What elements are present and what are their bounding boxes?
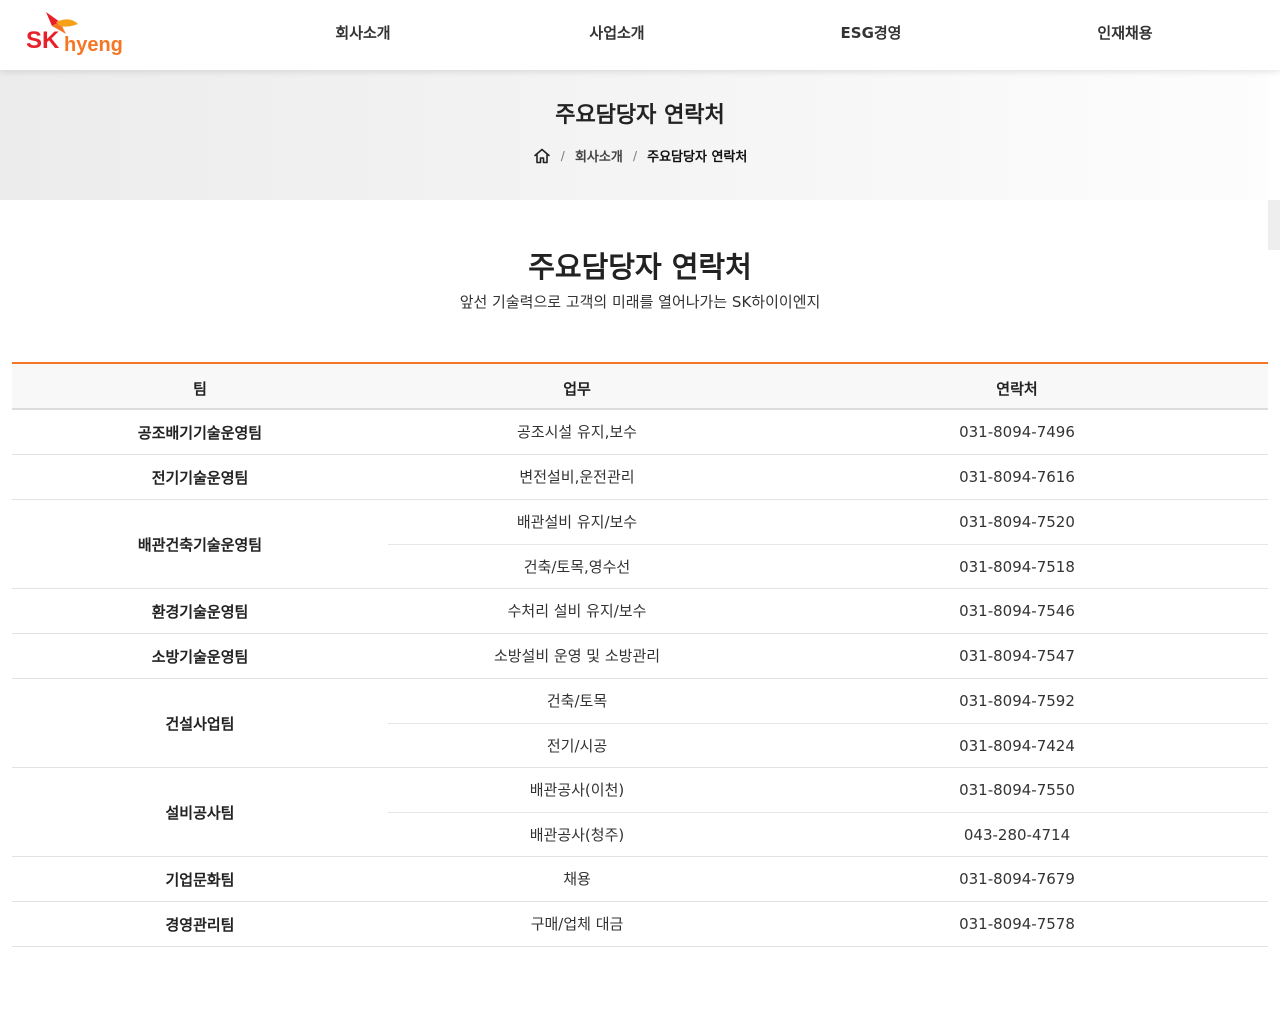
table-row: 경영관리팀 구매/업체 대금 031-8094-7578	[12, 902, 1268, 947]
table-header: 팀 업무 연락처	[12, 364, 1268, 410]
site-header: SK hyeng 회사소개 사업소개 ESG경영 인재채용	[0, 0, 1280, 70]
duty-cell: 소방설비 운영 및 소방관리	[493, 647, 661, 665]
main-nav: 회사소개 사업소개 ESG경영 인재채용	[0, 0, 1280, 70]
contact-table: 팀 업무 연락처 공조배기기술운영팀 공조시설 유지,보수 031-8094-74…	[12, 362, 1268, 947]
breadcrumb-separator: /	[632, 148, 637, 163]
table-row: 소방기술운영팀 소방설비 운영 및 소방관리 031-8094-7547	[12, 634, 1268, 679]
column-header-team: 팀	[193, 380, 207, 398]
breadcrumb-separator: /	[560, 148, 565, 163]
section-subtitle: 앞선 기술력으로 고객의 미래를 열어나가는 SK하이이엔지	[459, 293, 821, 311]
phone-cell: 031-8094-7518	[959, 558, 1075, 576]
duty-cell: 변전설비,운전관리	[519, 468, 635, 486]
phone-cell: 031-8094-7550	[959, 781, 1075, 799]
team-name: 배관건축기술운영팀	[137, 535, 263, 554]
column-header-duty: 업무	[563, 380, 591, 398]
team-name: 환경기술운영팀	[151, 602, 249, 621]
phone-cell: 031-8094-7496	[959, 423, 1075, 441]
banner-title: 주요담당자 연락처	[555, 103, 725, 128]
table-row: 배관건축기술운영팀 배관설비 유지/보수 031-8094-7520 건축/토목,…	[12, 500, 1268, 589]
phone-cell: 031-8094-7679	[959, 870, 1075, 888]
team-name: 소방기술운영팀	[151, 647, 249, 666]
table-row: 환경기술운영팀 수처리 설비 유지/보수 031-8094-7546	[12, 589, 1268, 634]
phone-cell: 031-8094-7616	[959, 468, 1075, 486]
phone-cell: 031-8094-7592	[959, 692, 1075, 710]
phone-cell: 031-8094-7520	[959, 513, 1075, 531]
nav-item-recruit[interactable]: 인재채용	[1055, 22, 1195, 43]
nav-item-company[interactable]: 회사소개	[293, 22, 433, 43]
scrollbar-track[interactable]	[1268, 200, 1280, 250]
duty-cell: 배관공사(청주)	[529, 826, 625, 844]
duty-cell: 공조시설 유지,보수	[517, 423, 637, 441]
table-row: 건설사업팀 건축/토목 031-8094-7592 전기/시공 031-8094-7…	[12, 679, 1268, 768]
sub-banner: 주요담당자 연락처 / 회사소개 / 주요담당자 연락처	[0, 70, 1268, 200]
table-row: 공조배기기술운영팀 공조시설 유지,보수 031-8094-7496	[12, 410, 1268, 455]
breadcrumb-company[interactable]: 회사소개	[575, 146, 623, 165]
phone-cell: 031-8094-7424	[959, 737, 1075, 755]
team-name: 설비공사팀	[165, 803, 235, 822]
phone-cell: 031-8094-7547	[959, 647, 1075, 665]
duty-cell: 수처리 설비 유지/보수	[507, 602, 647, 620]
duty-cell: 배관설비 유지/보수	[516, 513, 638, 531]
team-name: 공조배기기술운영팀	[137, 423, 263, 442]
table-row: 설비공사팀 배관공사(이천) 031-8094-7550 배관공사(청주) 043-…	[12, 768, 1268, 857]
nav-item-esg[interactable]: ESG경영	[801, 22, 941, 43]
team-name: 건설사업팀	[165, 714, 235, 733]
column-header-contact: 연락처	[996, 380, 1038, 398]
section-title: 주요담당자 연락처	[528, 250, 752, 284]
table-row: 전기기술운영팀 변전설비,운전관리 031-8094-7616	[12, 455, 1268, 500]
duty-cell: 채용	[563, 870, 591, 888]
team-name: 전기기술운영팀	[151, 468, 249, 487]
duty-cell: 배관공사(이천)	[529, 781, 625, 799]
breadcrumb-current: 주요담당자 연락처	[647, 150, 748, 165]
phone-cell: 043-280-4714	[963, 826, 1071, 844]
duty-cell: 전기/시공	[546, 737, 608, 755]
duty-cell: 건축/토목,영수선	[523, 558, 631, 576]
breadcrumb: / 회사소개 / 주요담당자 연락처	[0, 146, 1280, 165]
table-row: 기업문화팀 채용 031-8094-7679	[12, 857, 1268, 902]
phone-cell: 031-8094-7546	[959, 602, 1075, 620]
duty-cell: 구매/업체 대금	[530, 915, 624, 933]
duty-cell: 건축/토목	[546, 692, 608, 710]
team-name: 기업문화팀	[165, 870, 235, 889]
home-icon[interactable]	[533, 147, 551, 165]
team-name: 경영관리팀	[165, 915, 235, 934]
nav-item-business[interactable]: 사업소개	[547, 22, 687, 43]
phone-cell: 031-8094-7578	[959, 915, 1075, 933]
